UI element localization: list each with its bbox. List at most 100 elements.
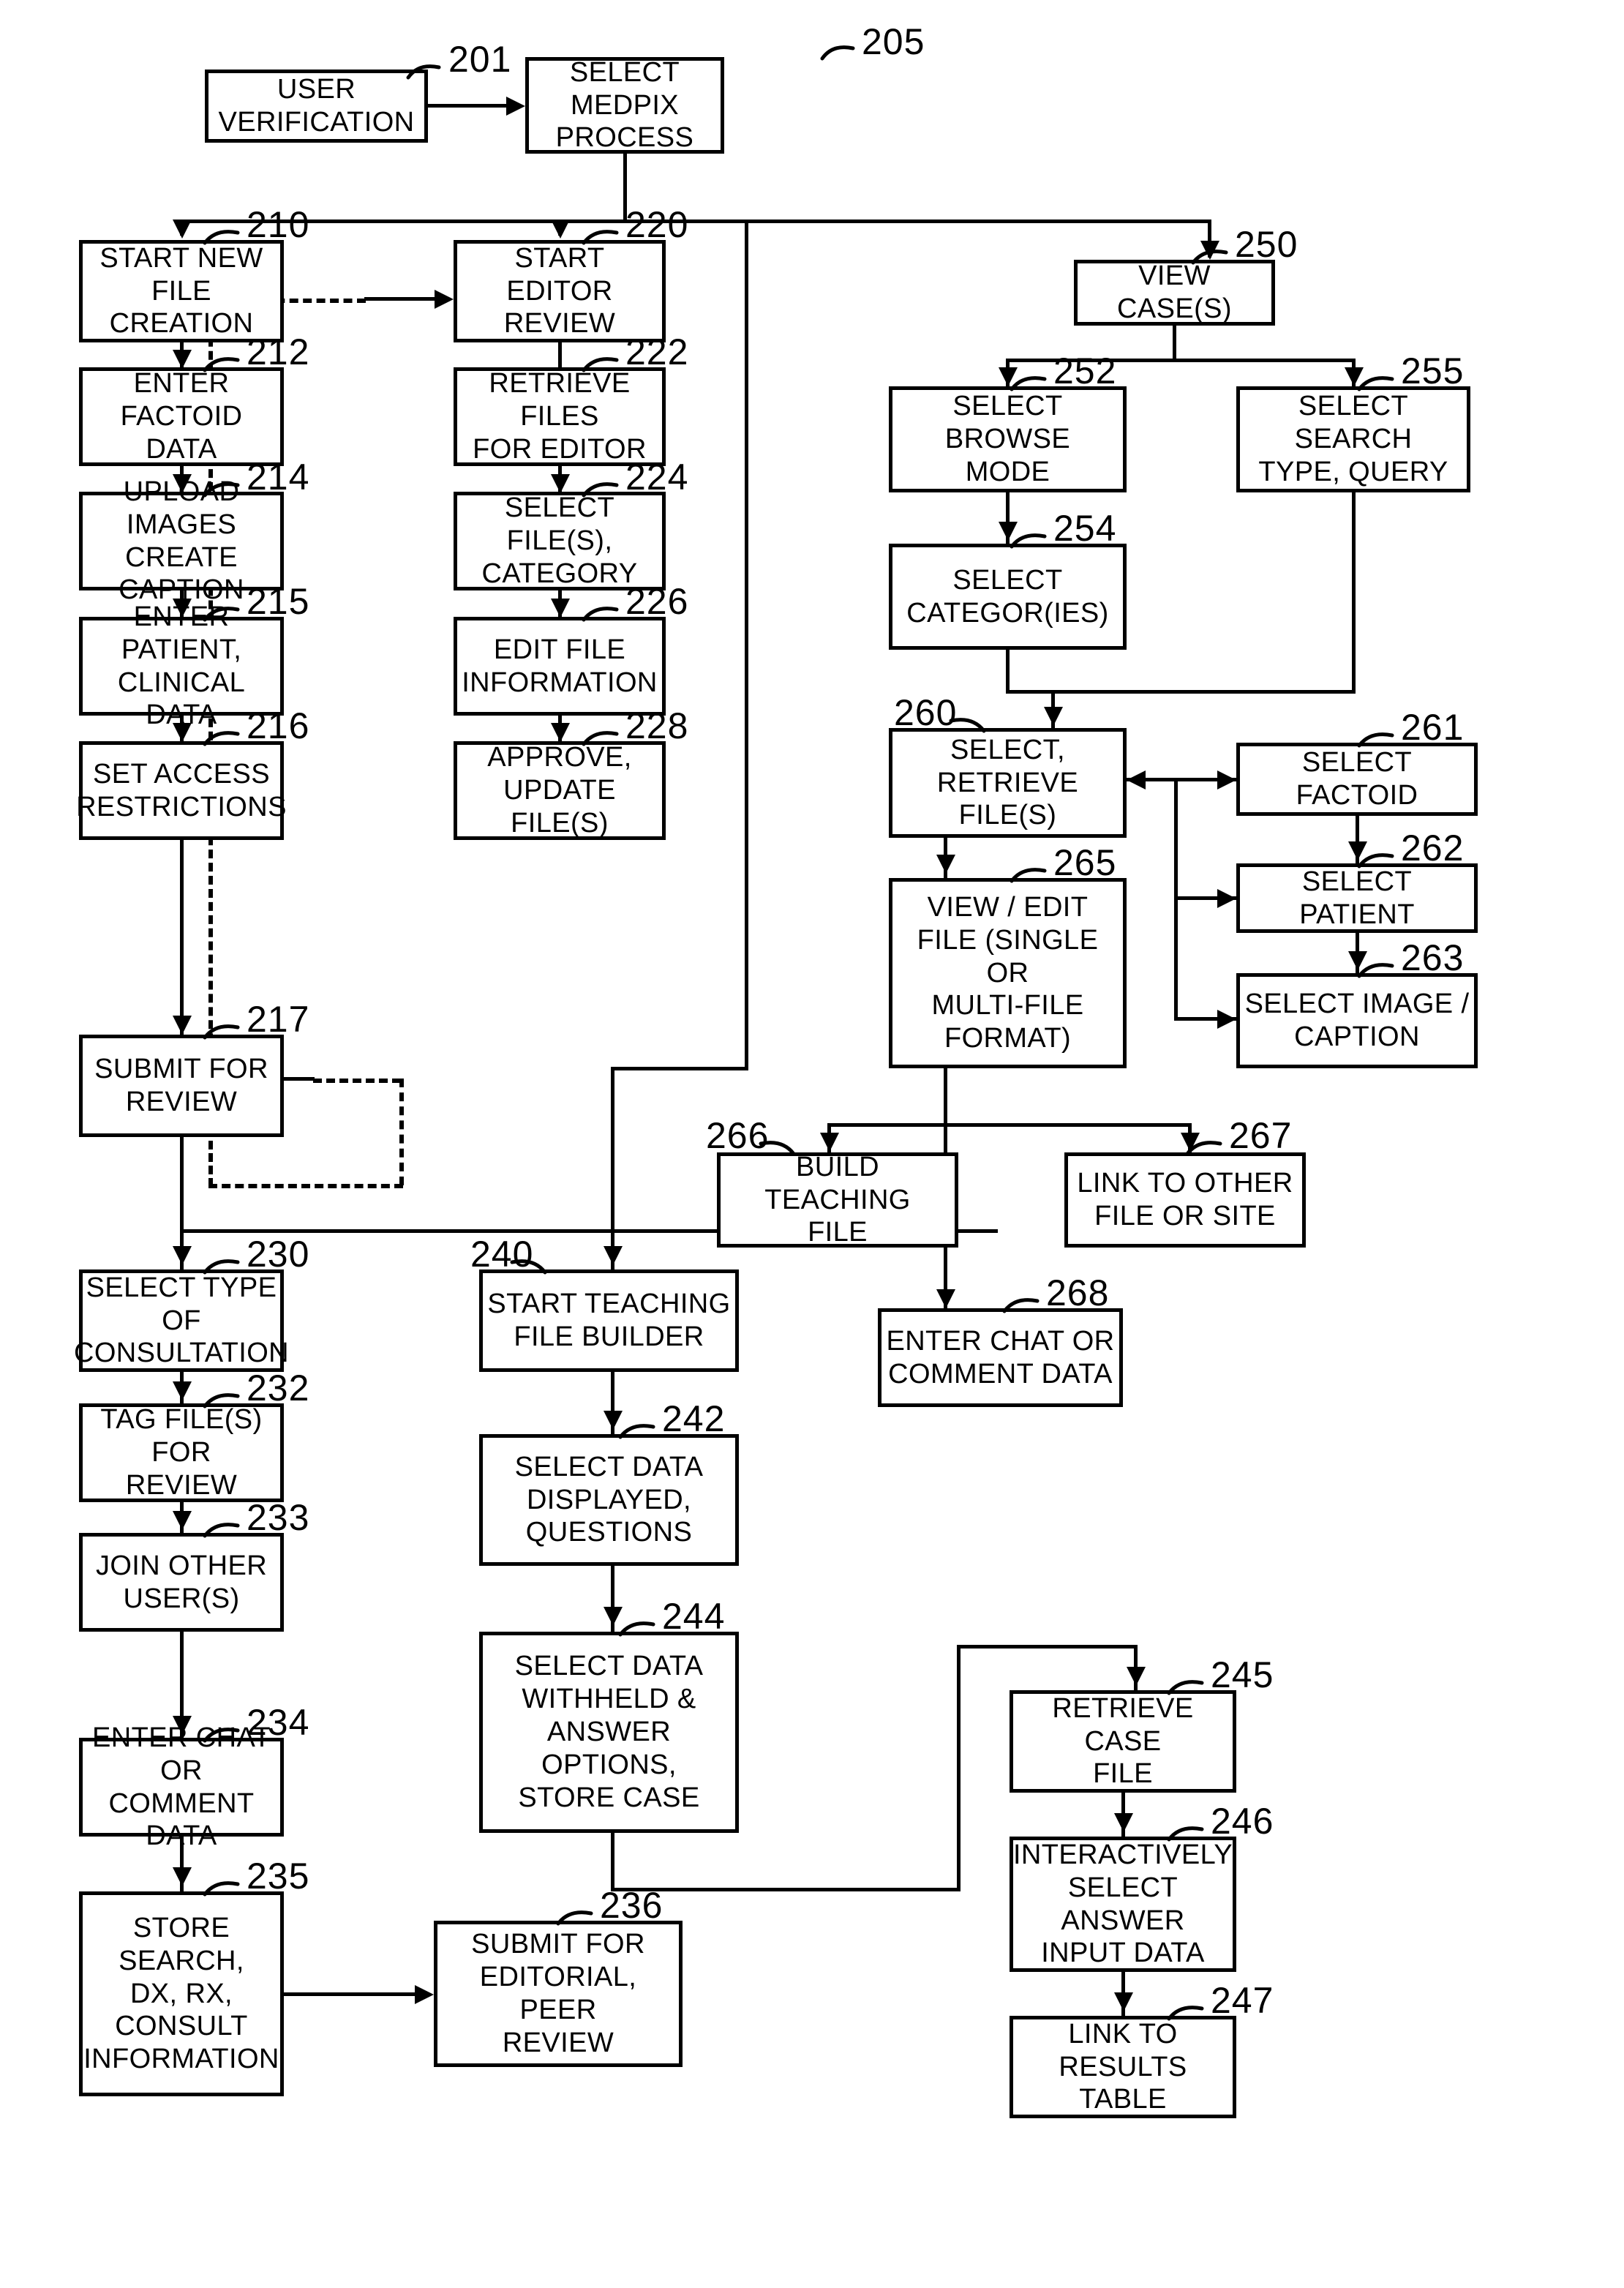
node-228[interactable]: APPROVE, UPDATE FILE(S) xyxy=(454,741,666,840)
node-215[interactable]: ENTER PATIENT, CLINICAL DATA xyxy=(79,601,284,730)
node-250[interactable]: VIEW CASE(S) xyxy=(1074,260,1275,326)
dashed-217-feedback-top xyxy=(313,1079,401,1083)
ref-numeral-224: 224 xyxy=(625,457,689,498)
arrowhead-260-261 xyxy=(1217,770,1236,789)
node-252[interactable]: SELECT BROWSE MODE xyxy=(889,386,1127,492)
node-244[interactable]: SELECT DATA WITHHELD & ANSWER OPTIONS, S… xyxy=(479,1632,739,1833)
arrowhead-235-236 xyxy=(415,1985,434,2004)
connector-240-feed-vertical xyxy=(611,1067,614,1269)
node-210[interactable]: START NEW FILE CREATION xyxy=(79,240,284,342)
node-217[interactable]: SUBMIT FOR REVIEW xyxy=(79,1035,284,1137)
node-214[interactable]: UPLOAD IMAGES CREATE CAPTION xyxy=(79,476,284,605)
ref-numeral-232: 232 xyxy=(247,1368,310,1409)
node-212[interactable]: ENTER FACTOID DATA xyxy=(79,367,284,466)
connector-217-feedback-stub xyxy=(284,1077,315,1081)
ref-numeral-205: 205 xyxy=(862,21,925,62)
ref-numeral-228: 228 xyxy=(625,705,689,746)
node-263[interactable]: SELECT IMAGE / CAPTION xyxy=(1236,973,1478,1068)
ref-numeral-220: 220 xyxy=(625,204,689,245)
arrowhead-245-246 xyxy=(1114,1813,1133,1832)
node-205[interactable]: SELECT MEDPIX PROCESS xyxy=(525,57,724,154)
node-216[interactable]: SET ACCESS RESTRICTIONS xyxy=(76,741,286,840)
ref-numeral-265: 265 xyxy=(1053,842,1117,883)
node-232[interactable]: TAG FILE(S) FOR REVIEW xyxy=(79,1403,284,1502)
patent-flowchart-figure: USER VERIFICATION SELECT MEDPIX PROCESS … xyxy=(0,0,1624,2288)
node-240[interactable]: START TEACHING FILE BUILDER xyxy=(479,1269,739,1372)
node-220[interactable]: START EDITOR REVIEW xyxy=(454,240,666,342)
node-245[interactable]: RETRIEVE CASE FILE xyxy=(1010,1690,1236,1793)
connector-255-down xyxy=(1352,492,1356,692)
arrowhead-260-265 xyxy=(936,855,955,874)
connector-265-split xyxy=(827,1123,1192,1127)
ref-numeral-201: 201 xyxy=(448,39,512,80)
ref-numeral-230: 230 xyxy=(247,1234,310,1275)
connector-217-lowerbus xyxy=(180,1137,184,1229)
node-262[interactable]: SELECT PATIENT xyxy=(1236,863,1478,933)
arrowhead-250-255 xyxy=(1345,367,1364,386)
ref-numeral-214: 214 xyxy=(247,457,310,498)
arrowhead-240-feed xyxy=(604,1246,623,1265)
ref-numeral-236: 236 xyxy=(600,1885,663,1926)
node-201[interactable]: USER VERIFICATION xyxy=(205,70,428,143)
node-234[interactable]: ENTER CHAT OR COMMENT DATA xyxy=(79,1722,284,1851)
dashed-217-feedback-down xyxy=(399,1079,404,1185)
ref-numeral-266: 266 xyxy=(706,1115,770,1156)
ref-numeral-260: 260 xyxy=(894,692,958,733)
node-236[interactable]: SUBMIT FOR EDITORIAL, PEER REVIEW xyxy=(434,1921,683,2067)
node-224[interactable]: SELECT FILE(S), CATEGORY xyxy=(454,492,666,590)
node-266[interactable]: BUILD TEACHING FILE xyxy=(717,1152,958,1248)
ref-numeral-267: 267 xyxy=(1229,1115,1293,1156)
arrowhead-bus-220 xyxy=(551,220,570,239)
connector-244-right xyxy=(611,1888,961,1891)
connector-240-feed-horizontal xyxy=(611,1067,748,1070)
connector-merge-to-260 xyxy=(1006,690,1356,694)
arrowhead-216-217 xyxy=(173,1016,192,1035)
arrowhead-210-212 xyxy=(173,350,192,369)
connector-244-up xyxy=(957,1645,961,1891)
arrowhead-265-268 xyxy=(936,1289,955,1308)
connector-216-217 xyxy=(180,840,184,1035)
ref-numeral-246: 246 xyxy=(1211,1801,1274,1842)
ref-numeral-252: 252 xyxy=(1053,350,1117,391)
ref-numeral-233: 233 xyxy=(247,1497,310,1538)
ref-numeral-250: 250 xyxy=(1235,224,1298,265)
node-230[interactable]: SELECT TYPE OF CONSULTATION xyxy=(74,1269,289,1372)
node-222[interactable]: RETRIEVE FILES FOR EDITOR xyxy=(454,367,666,466)
arrowhead-261-260 xyxy=(1127,770,1146,789)
lower-bus-right-cap xyxy=(994,1229,998,1232)
ref-numeral-268: 268 xyxy=(1046,1272,1110,1313)
connector-201-205 xyxy=(428,104,506,108)
ref-numeral-234: 234 xyxy=(247,1702,310,1743)
node-235[interactable]: STORE SEARCH, DX, RX, CONSULT INFORMATIO… xyxy=(79,1891,284,2096)
arrowhead-252-254 xyxy=(999,522,1018,541)
node-254[interactable]: SELECT CATEGOR(IES) xyxy=(889,544,1127,650)
arrowhead-250-252 xyxy=(999,367,1018,386)
ref-numeral-262: 262 xyxy=(1401,828,1465,869)
node-247[interactable]: LINK TO RESULTS TABLE xyxy=(1010,2016,1236,2118)
ref-numeral-261: 261 xyxy=(1401,707,1465,748)
node-242[interactable]: SELECT DATA DISPLAYED, QUESTIONS xyxy=(479,1434,739,1566)
arrowhead-224-226 xyxy=(551,599,570,618)
arrowhead-branch-262 xyxy=(1217,889,1236,908)
node-255[interactable]: SELECT SEARCH TYPE, QUERY xyxy=(1236,386,1470,492)
node-260[interactable]: SELECT, RETRIEVE FILE(S) xyxy=(889,728,1127,838)
arrowhead-265-267 xyxy=(1181,1133,1200,1152)
node-246[interactable]: INTERACTIVELY SELECT ANSWER INPUT DATA xyxy=(1010,1837,1236,1972)
arrowhead-262-263 xyxy=(1348,951,1367,970)
connector-244-to-245 xyxy=(957,1645,1138,1649)
node-233[interactable]: JOIN OTHER USER(S) xyxy=(79,1533,284,1632)
ref-numeral-255: 255 xyxy=(1401,350,1465,391)
node-261[interactable]: SELECT FACTOID xyxy=(1236,743,1478,816)
connector-254-down xyxy=(1006,650,1010,692)
node-268[interactable]: ENTER CHAT OR COMMENT DATA xyxy=(878,1308,1123,1407)
node-267[interactable]: LINK TO OTHER FILE OR SITE xyxy=(1064,1152,1306,1248)
node-265[interactable]: VIEW / EDIT FILE (SINGLE OR MULTI-FILE F… xyxy=(889,878,1127,1068)
arrowhead-230-232 xyxy=(173,1381,192,1400)
node-226[interactable]: EDIT FILE INFORMATION xyxy=(454,617,666,716)
arrowhead-201-205 xyxy=(506,97,525,116)
ref-numeral-215: 215 xyxy=(247,581,310,622)
arrowhead-lowerbus-230 xyxy=(173,1246,192,1265)
arrowhead-bus-210 xyxy=(173,220,192,239)
connector-235-236 xyxy=(284,1992,416,1996)
arrowhead-265-266 xyxy=(820,1133,839,1152)
